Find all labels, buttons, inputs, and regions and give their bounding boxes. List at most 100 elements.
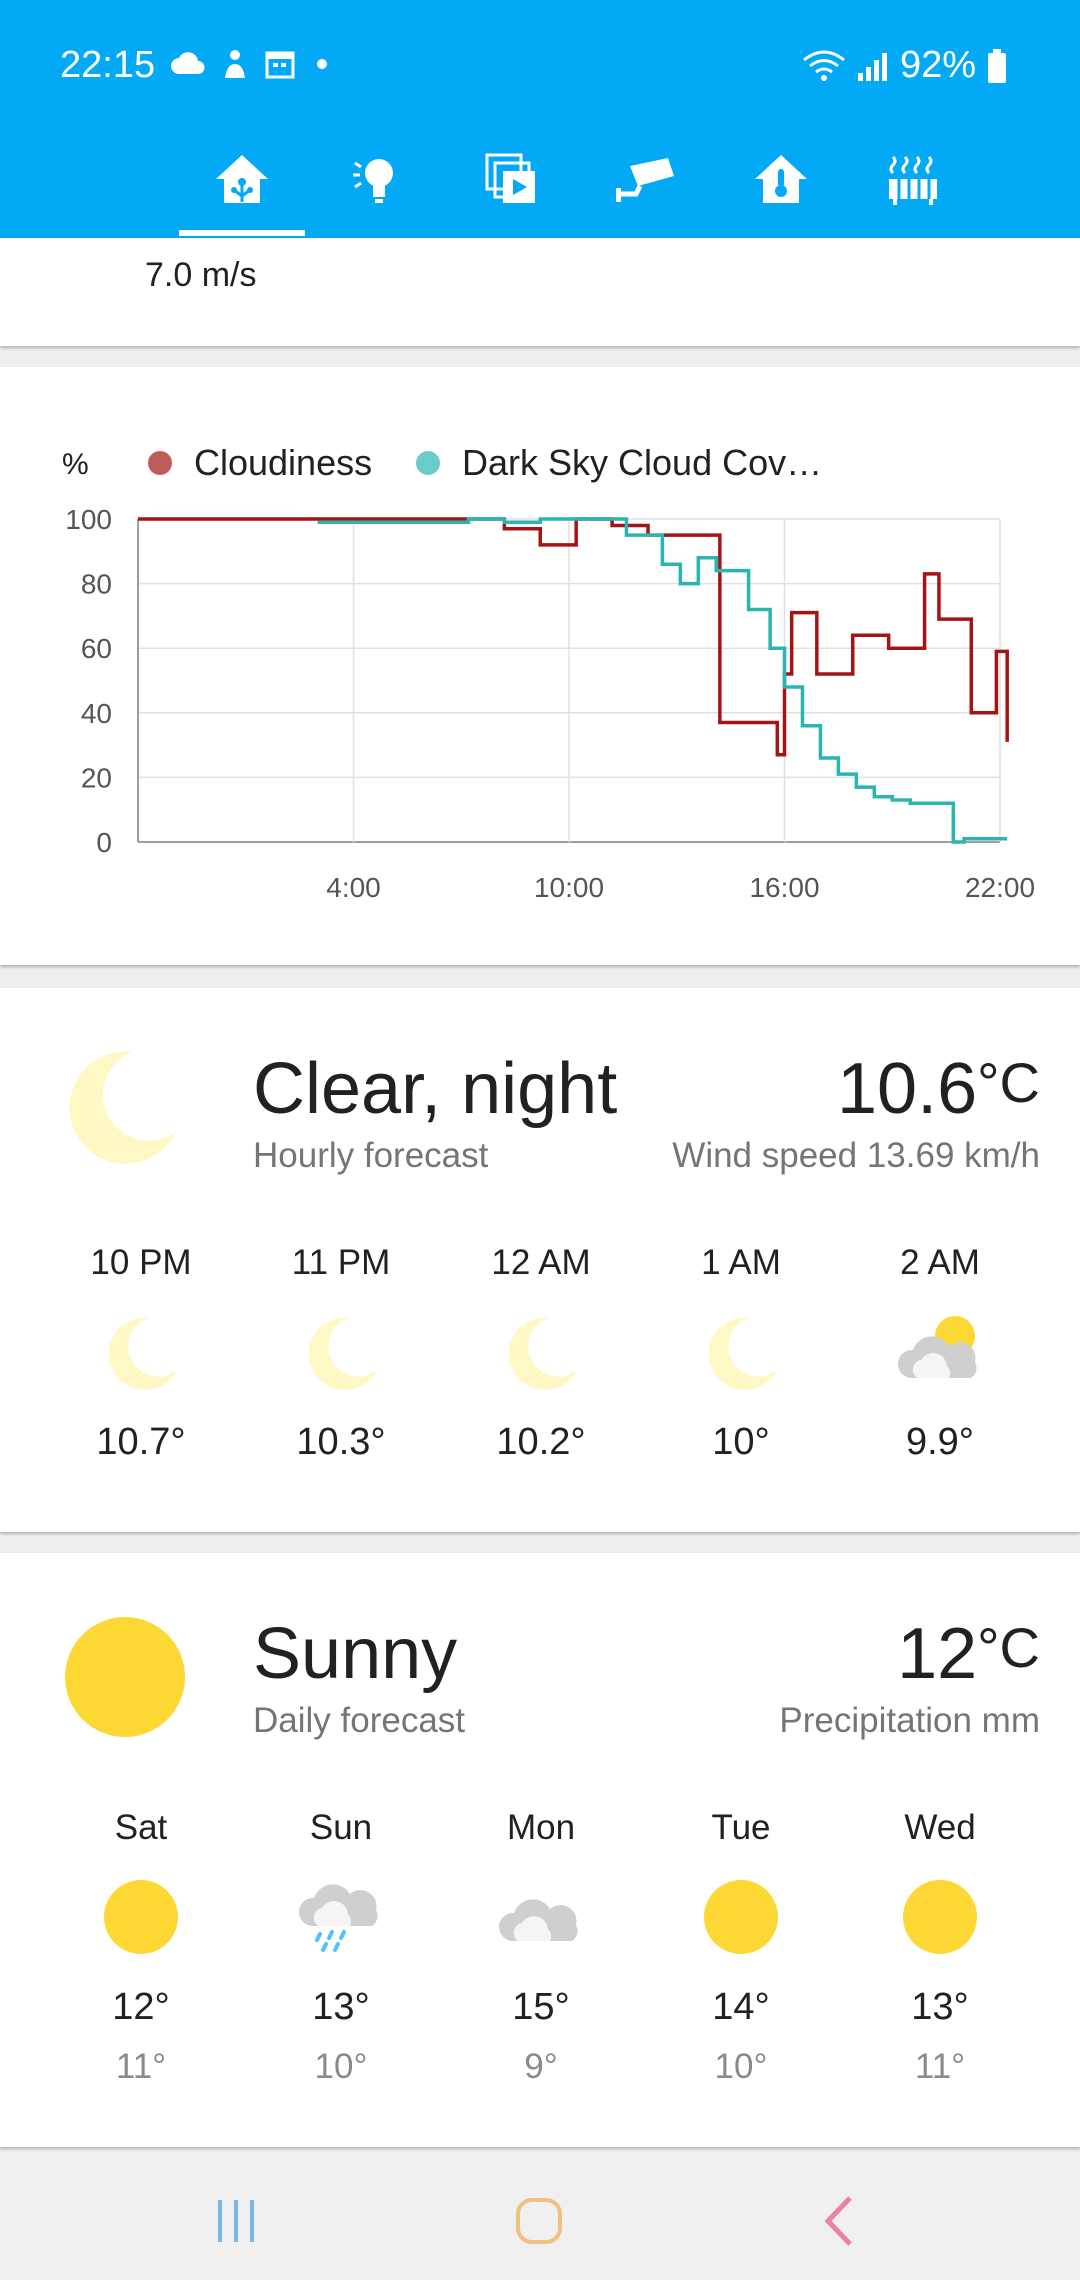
forecast-icon-wrap xyxy=(461,1297,621,1407)
hourly-forecast-item: 2 AM 9.9° xyxy=(860,1243,1020,1464)
daily-weather-card[interactable]: Sunny Daily forecast 12°C Precipitation … xyxy=(0,1553,1080,2147)
forecast-icon-wrap xyxy=(860,1862,1020,1972)
tab-cameras[interactable] xyxy=(606,144,686,214)
wind-value: 7.0 m/s xyxy=(145,256,257,294)
lightbulb-icon xyxy=(353,159,393,203)
history-chart-card[interactable]: % Cloudiness Dark Sky Cloud Cov… 100 80 60 4… xyxy=(0,367,1080,965)
daily-forecast-item: Wed 13° 11° xyxy=(860,1808,1020,2087)
forecast-type-label: Hourly forecast xyxy=(253,1136,489,1175)
forecast-low: 11° xyxy=(115,2047,167,2086)
wind-card: 7.0 m/s xyxy=(0,238,1080,346)
sun-icon xyxy=(65,1617,185,1737)
forecast-icon-wrap xyxy=(860,1297,1020,1407)
legend-label[interactable]: Cloudiness xyxy=(194,442,372,483)
home-icon xyxy=(216,155,268,203)
forecast-high: 15° xyxy=(512,1986,570,2028)
legend-label[interactable]: Dark Sky Cloud Cov… xyxy=(462,442,822,483)
forecast-time: 11 PM xyxy=(291,1243,391,1282)
current-condition: Clear, night xyxy=(253,1049,618,1129)
x-tick-label: 16:00 xyxy=(749,872,819,903)
forecast-icon-wrap xyxy=(61,1297,221,1407)
forecast-icon-wrap xyxy=(61,1862,221,1972)
hourly-forecast-item: 10 PM 10.7° xyxy=(61,1243,221,1464)
daily-forecast-item: Sun 13° 10° xyxy=(261,1808,421,2087)
forecast-low: 11° xyxy=(914,2047,966,2086)
temperature-unit: °C xyxy=(977,1616,1040,1679)
tab-heating[interactable] xyxy=(873,144,953,214)
view-tabs xyxy=(0,130,1080,322)
y-tick-label: 80 xyxy=(81,569,112,600)
forecast-day: Tue xyxy=(711,1808,771,1847)
current-temperature: 10.6°C xyxy=(837,1048,1040,1130)
tab-lights[interactable] xyxy=(336,144,416,214)
radiator-icon xyxy=(889,155,937,205)
hourly-forecast-item: 12 AM 10.2° xyxy=(461,1243,621,1464)
legend-swatch[interactable] xyxy=(148,451,172,475)
person-icon xyxy=(225,50,245,78)
forecast-day: Mon xyxy=(506,1808,576,1847)
temperature-value: 10.6 xyxy=(837,1049,978,1129)
tab-climate[interactable] xyxy=(741,144,821,214)
forecast-day: Sat xyxy=(114,1808,168,1847)
app-header: 22:15 92% xyxy=(0,0,1080,322)
forecast-temp: 9.9° xyxy=(905,1421,975,1463)
series-line[interactable] xyxy=(317,517,1008,844)
thermometer-home-icon xyxy=(755,155,807,203)
forecast-temp: 10.2° xyxy=(496,1421,586,1463)
forecast-time: 1 AM xyxy=(701,1243,781,1282)
cloudiness-chart[interactable]: % Cloudiness Dark Sky Cloud Cov… 100 80 60 4… xyxy=(0,367,1080,965)
daily-forecast-item: Mon 15° 9° xyxy=(461,1808,621,2087)
sun-icon xyxy=(704,1880,778,1954)
chart-legend[interactable]: Cloudiness Dark Sky Cloud Cov… xyxy=(148,442,822,483)
moon-icon xyxy=(308,1317,377,1390)
forecast-high: 13° xyxy=(312,1986,370,2028)
chart-grid xyxy=(137,518,1001,843)
moon-icon xyxy=(708,1317,777,1390)
series-line[interactable] xyxy=(138,517,1009,757)
forecast-time: 2 AM xyxy=(900,1243,980,1282)
wifi-icon xyxy=(803,50,845,81)
y-tick-label: 100 xyxy=(65,504,112,535)
forecast-icon-wrap xyxy=(661,1297,821,1407)
wind-speed-attribute: Wind speed 13.69 km/h xyxy=(672,1136,1040,1175)
tab-media[interactable] xyxy=(471,144,551,214)
x-tick-label: 4:00 xyxy=(326,872,381,903)
status-right: 92% xyxy=(802,44,1008,87)
calendar-icon xyxy=(265,51,295,79)
dot-icon xyxy=(317,59,327,69)
hourly-forecast-item: 11 PM 10.3° xyxy=(261,1243,421,1464)
forecast-type-label: Daily forecast xyxy=(253,1701,466,1740)
chart-ticks: 100 80 60 40 20 0 4:00 10:00 16:00 22:00 xyxy=(65,504,1035,903)
forecast-time: 12 AM xyxy=(491,1243,591,1282)
recent-apps-icon[interactable] xyxy=(214,2198,258,2244)
y-tick-label: 40 xyxy=(81,698,112,729)
chart-lines[interactable] xyxy=(138,517,1009,844)
hourly-forecast-item: 1 AM 10° xyxy=(661,1243,821,1464)
y-tick-label: 0 xyxy=(96,827,112,858)
status-time: 22:15 xyxy=(60,44,156,86)
legend-swatch[interactable] xyxy=(416,451,440,475)
moon-icon xyxy=(69,1051,176,1164)
back-icon[interactable] xyxy=(820,2194,860,2248)
system-nav-bar xyxy=(0,2152,1080,2280)
daily-forecast-item: Sat 12° 11° xyxy=(61,1808,221,2087)
forecast-high: 14° xyxy=(712,1986,770,2028)
forecast-high: 13° xyxy=(911,1986,969,2028)
forecast-icon-wrap xyxy=(661,1862,821,1972)
temperature-value: 12 xyxy=(897,1614,978,1694)
y-tick-label: 60 xyxy=(81,633,112,664)
current-temperature: 12°C xyxy=(897,1613,1040,1695)
forecast-temp: 10° xyxy=(712,1421,770,1463)
hourly-weather-card[interactable]: Clear, night Hourly forecast 10.6°C Wind… xyxy=(0,988,1080,1532)
moon-icon xyxy=(108,1317,177,1390)
temperature-unit: °C xyxy=(977,1051,1040,1114)
y-axis-label: % xyxy=(62,448,89,481)
home-nav-icon[interactable] xyxy=(514,2196,564,2246)
daily-forecast-item: Tue 14° 10° xyxy=(661,1808,821,2087)
forecast-temp: 10.7° xyxy=(96,1421,186,1463)
forecast-icon-wrap xyxy=(261,1862,421,1972)
precipitation-attribute: Precipitation mm xyxy=(779,1701,1040,1740)
tab-home[interactable] xyxy=(202,144,282,214)
forecast-day: Wed xyxy=(904,1808,976,1847)
forecast-low: 9° xyxy=(524,2047,558,2086)
